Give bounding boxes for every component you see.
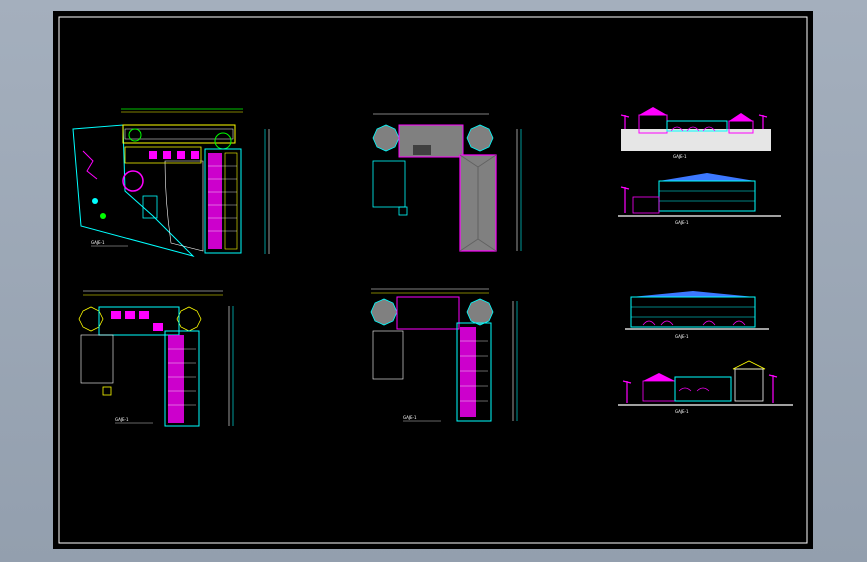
plan-3-view: GAJE-1	[370, 288, 518, 422]
elevation-1-caption: GAJE-1	[673, 154, 687, 159]
elevation-3-view: GAJE-1	[625, 291, 769, 339]
drawing-viewport[interactable]: GAJE-1 GAJE-1 GAJE-1 GAJE-1 GAJE-1 GAJE-…	[53, 11, 813, 549]
plan-1-caption: GAJE-1	[91, 240, 105, 245]
roof-plan-view	[372, 113, 522, 252]
cad-drawing: GAJE-1 GAJE-1 GAJE-1 GAJE-1 GAJE-1 GAJE-…	[58, 16, 808, 544]
elevation-4-caption: GAJE-1	[675, 409, 689, 414]
elevation-2-caption: GAJE-1	[675, 220, 689, 225]
plan-1-view: GAJE-1	[72, 108, 270, 257]
elevation-3-caption: GAJE-1	[675, 334, 689, 339]
elevation-4-view: GAJE-1	[618, 360, 793, 414]
plan-2-caption: GAJE-1	[115, 417, 129, 422]
elevation-2-view: GAJE-1	[618, 173, 781, 225]
plan-3-caption: GAJE-1	[403, 415, 417, 420]
sheet-border	[58, 16, 808, 544]
plan-2-view: GAJE-1	[78, 290, 234, 427]
elevation-1-view: GAJE-1	[620, 107, 771, 159]
